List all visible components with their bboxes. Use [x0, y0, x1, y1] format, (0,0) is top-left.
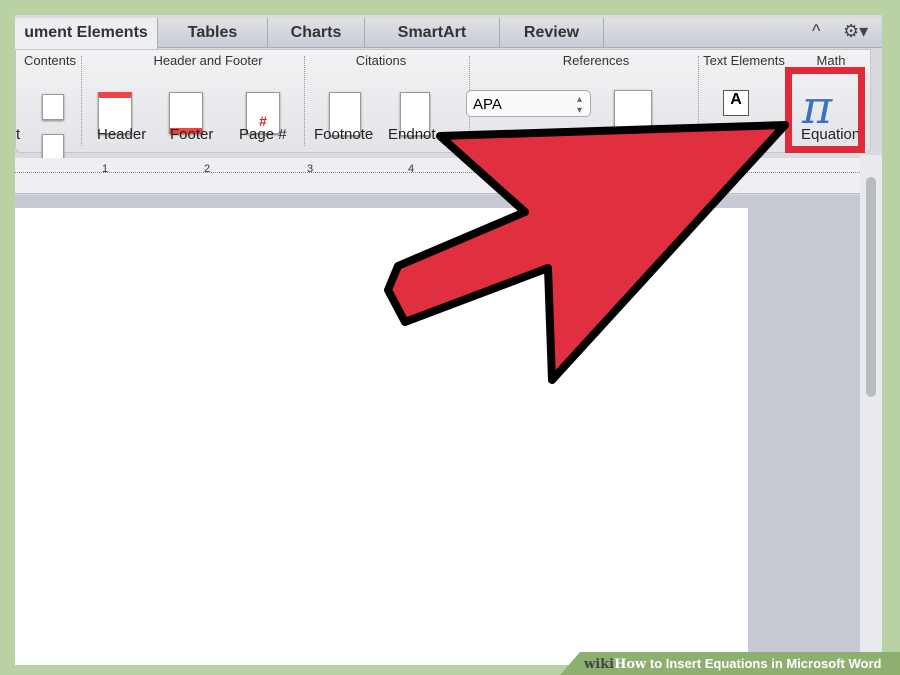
wikihow-watermark: wikiHow to Insert Equations in Microsoft…	[560, 652, 900, 675]
pointer-arrow	[384, 121, 789, 384]
